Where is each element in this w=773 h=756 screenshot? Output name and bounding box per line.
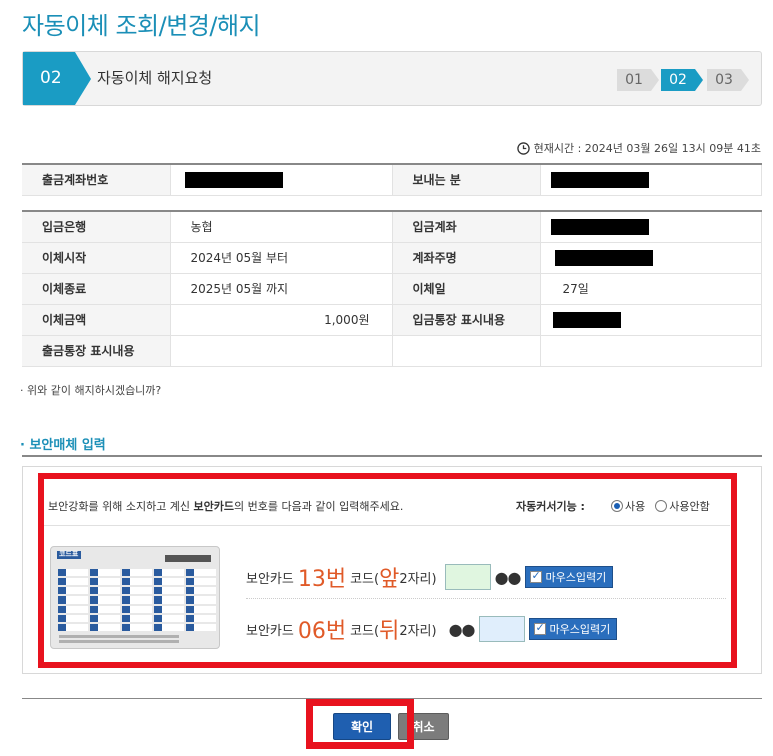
card-footnote: [59, 635, 179, 638]
sender-label: 보내는 분: [392, 164, 540, 196]
current-time: 현재시간 : 2024년 03월 26일 13시 09분 41초: [516, 140, 761, 156]
mouse-input-label[interactable]: 마우스입력기: [550, 621, 611, 637]
owner-value: [539, 242, 762, 274]
cancel-button[interactable]: 취소: [398, 713, 449, 740]
deposit-account-value: [539, 211, 762, 243]
code-prefix: 보안카드: [246, 623, 294, 639]
mouse-input-button[interactable]: 마우스입력기: [524, 566, 614, 588]
step-3: 03: [707, 69, 749, 91]
withdraw-account-value: [169, 164, 393, 196]
code-text: 코드(: [350, 623, 380, 639]
amount-value: 1,000원: [169, 304, 393, 336]
cancel-question: · 위와 같이 해지하시겠습니까?: [20, 384, 162, 397]
masked-dots: ●●: [494, 567, 522, 587]
security-section-title: · 보안매체 입력: [20, 438, 106, 453]
owner-label: 계좌주명: [392, 242, 540, 274]
code-number: 13번: [297, 567, 347, 592]
current-time-text: 현재시간 : 2024년 03월 26일 13시 09분 41초: [533, 142, 761, 155]
auto-cursor-label: 자동커서기능 :: [516, 500, 585, 513]
code-position: 뒤: [379, 619, 400, 644]
page-title: 자동이체 조회/변경/해지: [22, 12, 261, 40]
code-text: 코드(: [350, 571, 380, 587]
withdraw-memo-value: [169, 335, 393, 367]
intro-bold: 보안카드: [193, 500, 235, 513]
masked-value: [550, 218, 649, 235]
day-value: 27일: [539, 273, 762, 305]
step-1: 01: [617, 69, 659, 91]
clock-icon: [516, 141, 530, 155]
checkbox-icon[interactable]: [529, 569, 542, 583]
end-label: 이체종료: [22, 273, 170, 305]
card-serial: [165, 555, 211, 562]
intro-text: 의 번호를 다음과 같이 입력해주세요.: [234, 500, 404, 513]
code-position: 앞: [379, 567, 400, 592]
start-label: 이체시작: [22, 242, 170, 274]
bank-value: 농협: [169, 211, 393, 243]
code-number: 06번: [297, 619, 347, 644]
radio-use-label[interactable]: 사용: [625, 498, 645, 514]
deposit-memo-value: [539, 304, 762, 336]
section-divider: [22, 455, 762, 457]
masked-dots: ●●: [448, 619, 476, 639]
radio-nouse-label[interactable]: 사용안함: [669, 498, 709, 514]
deposit-account-label: 입금계좌: [392, 211, 540, 243]
bank-label: 입금은행: [22, 211, 170, 243]
code-digits: 2자리): [399, 571, 437, 587]
sender-value: [539, 164, 762, 196]
intro-text: 보안강화를 위해 소지하고 계신: [48, 500, 194, 513]
code-row-2: 보안카드 06번 코드( 뒤 2자리) ●● 마우스입력기: [246, 614, 618, 644]
code-prefix: 보안카드: [246, 571, 294, 587]
security-intro: 보안강화를 위해 소지하고 계신 보안카드의 번호를 다음과 같이 입력해주세요…: [48, 498, 403, 514]
radio-nouse[interactable]: [655, 500, 668, 512]
step-2: 02: [661, 69, 703, 91]
withdraw-account-label: 출금계좌번호: [22, 164, 170, 196]
start-value: 2024년 05월 부터: [169, 242, 393, 274]
masked-value: [554, 249, 653, 266]
sender-table: 출금계좌번호 보내는 분: [22, 163, 762, 196]
amount-label: 이체금액: [22, 304, 170, 336]
step-bar: 02 자동이체 해지요청 01 02 03: [22, 51, 762, 106]
current-step-label: 자동이체 해지요청: [97, 69, 213, 87]
masked-value: [184, 171, 283, 188]
checkbox-icon[interactable]: [533, 621, 546, 635]
security-divider: [44, 525, 730, 526]
current-step-number: 02: [23, 52, 91, 105]
mouse-input-button[interactable]: 마우스입력기: [528, 618, 618, 640]
code-divider: [246, 598, 726, 599]
empty-cell: [391, 335, 541, 367]
auto-cursor-option: 자동커서기능 : 사용 사용안함: [516, 498, 710, 514]
security-card-image: 코드표: [50, 546, 220, 649]
end-value: 2025년 05월 까지: [169, 273, 393, 305]
masked-value: [552, 311, 621, 328]
code-digits: 2자리): [399, 623, 437, 639]
code-input-front[interactable]: [444, 564, 491, 590]
withdraw-memo-label: 출금통장 표시내용: [22, 335, 170, 367]
radio-use[interactable]: [610, 500, 623, 512]
code-row-1: 보안카드 13번 코드( 앞 2자리) ●● 마우스입력기: [246, 562, 614, 592]
mouse-input-label[interactable]: 마우스입력기: [546, 569, 607, 585]
card-label: 코드표: [59, 550, 79, 558]
card-grid: [58, 569, 216, 631]
deposit-memo-label: 입금통장 표시내용: [392, 304, 540, 336]
code-input-back[interactable]: [478, 616, 525, 642]
confirm-button[interactable]: 확인: [333, 713, 391, 740]
transfer-details-table: 입금은행 농협 입금계좌 이체시작 2024년 05월 부터 계좌주명 이체종료…: [22, 210, 762, 367]
masked-value: [550, 171, 649, 188]
bottom-divider: [22, 698, 762, 699]
empty-cell: [539, 335, 762, 367]
day-label: 이체일: [392, 273, 540, 305]
